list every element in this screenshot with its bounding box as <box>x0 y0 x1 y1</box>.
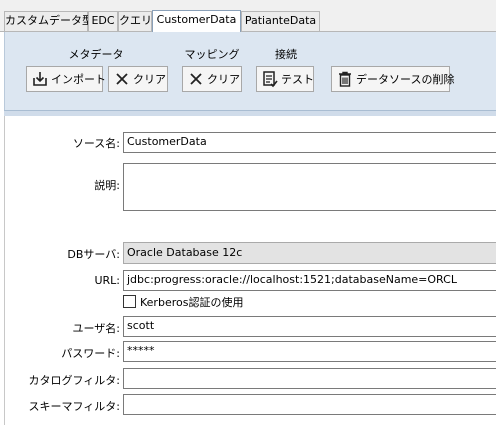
url-label: URL: <box>94 274 120 287</box>
clear-metadata-button[interactable]: クリア <box>108 66 168 92</box>
delete-data-source-button[interactable]: データソースの削除 <box>331 66 454 92</box>
tab-customerdata[interactable]: CustomerData <box>152 10 241 32</box>
close-icon <box>187 70 205 88</box>
username-label: ユーザ名: <box>72 322 121 335</box>
test-button-label: テスト <box>281 73 314 86</box>
tab-custom-data-type[interactable]: カスタムデータ型 <box>4 11 93 31</box>
schema-filter-input[interactable] <box>123 394 496 415</box>
kerberos-checkbox-label: Kerberos認証の使用 <box>140 296 244 309</box>
clear-metadata-label: クリア <box>133 73 166 86</box>
delete-data-source-label: データソースの削除 <box>356 73 455 86</box>
test-document-icon <box>261 70 279 88</box>
tab-patiantedata[interactable]: PatianteData <box>241 11 320 31</box>
tab-edc[interactable]: EDC <box>88 11 118 31</box>
db-server-select[interactable]: Oracle Database 12c <box>123 242 496 264</box>
url-input[interactable]: jdbc:progress:oracle://localhost:1521;da… <box>123 270 496 291</box>
clear-mapping-button[interactable]: クリア <box>182 66 242 92</box>
ribbon-separator <box>4 110 496 116</box>
group-label-mapping: マッピング <box>184 48 240 61</box>
panel-left-border <box>4 116 5 425</box>
tab-query[interactable]: クエリ <box>118 11 152 31</box>
clear-mapping-label: クリア <box>207 73 240 86</box>
schema-filter-label: スキーマフィルタ: <box>28 400 121 413</box>
description-label: 説明: <box>94 179 120 192</box>
password-input[interactable]: ***** <box>123 341 496 362</box>
test-connection-button[interactable]: テスト <box>256 66 314 92</box>
kerberos-checkbox[interactable] <box>123 295 136 308</box>
source-name-label: ソース名: <box>72 137 120 150</box>
close-icon <box>113 70 131 88</box>
db-server-label: DBサーバ: <box>67 248 120 261</box>
import-icon <box>31 70 49 88</box>
password-label: パスワード: <box>61 347 120 360</box>
group-label-metadata: メタデータ <box>68 48 124 61</box>
import-button[interactable]: インポート <box>26 66 106 92</box>
source-name-input[interactable]: CustomerData <box>123 132 496 153</box>
description-textarea[interactable] <box>123 163 496 211</box>
trash-icon <box>336 70 354 88</box>
catalog-filter-input[interactable] <box>123 368 496 389</box>
username-input[interactable]: scott <box>123 316 496 337</box>
group-label-connection: 接続 <box>275 48 297 61</box>
catalog-filter-label: カタログフィルタ: <box>28 374 121 387</box>
import-button-label: インポート <box>51 73 106 86</box>
